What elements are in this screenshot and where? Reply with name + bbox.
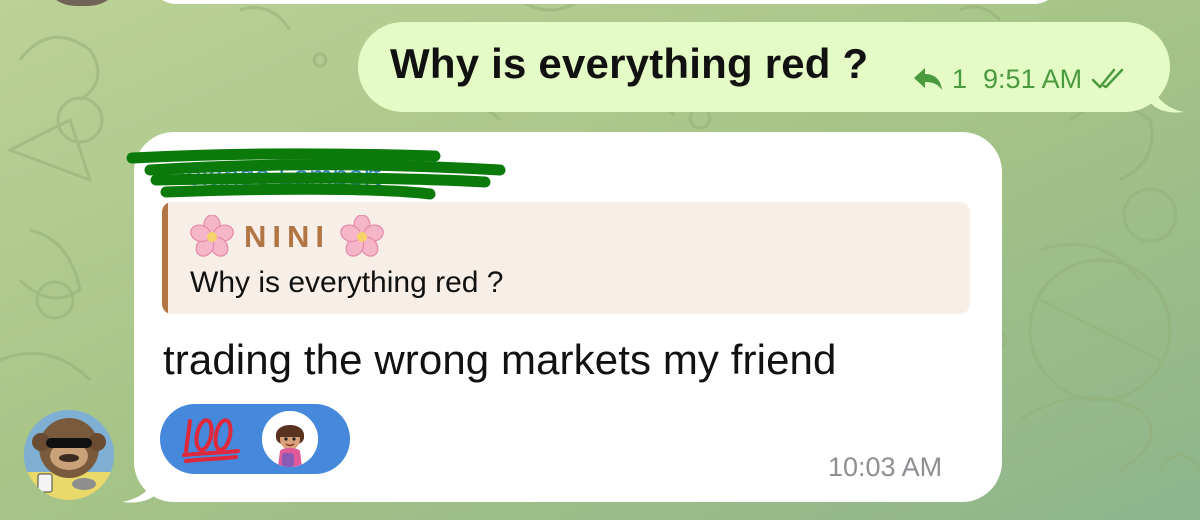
quote-text: Why is everything red ?: [190, 266, 504, 299]
reply-arrow-icon[interactable]: [912, 66, 944, 92]
quote-author-name: NINI: [244, 219, 330, 254]
incoming-bubble-tail: [122, 470, 158, 503]
outgoing-bubble-tail: [1150, 78, 1184, 113]
outgoing-message-meta: 1 9:51 AM: [912, 63, 1130, 95]
incoming-message-text: trading the wrong markets my friend: [163, 336, 837, 383]
cherry-blossom-icon: [190, 215, 234, 259]
monkey-avatar-icon[interactable]: [24, 410, 114, 500]
dora-avatar-icon[interactable]: [262, 411, 318, 467]
redaction-scribble: [126, 148, 506, 204]
reply-count[interactable]: 1: [952, 64, 967, 95]
incoming-message-time: 10:03 AM: [828, 452, 943, 482]
double-check-icon: [1090, 66, 1130, 92]
reply-quote[interactable]: NINI Why is everything red ?: [162, 202, 970, 314]
cherry-blossom-icon: [340, 215, 384, 259]
quote-author: NINI: [190, 212, 384, 262]
quote-accent-bar: [162, 202, 168, 314]
outgoing-message-time: 9:51 AM: [983, 63, 1083, 94]
previous-message-bubble: [150, 0, 1060, 4]
hundred-points-icon: [182, 413, 242, 465]
outgoing-message-text: Why is everything red ?: [390, 40, 869, 87]
reaction-chip[interactable]: [160, 404, 350, 474]
